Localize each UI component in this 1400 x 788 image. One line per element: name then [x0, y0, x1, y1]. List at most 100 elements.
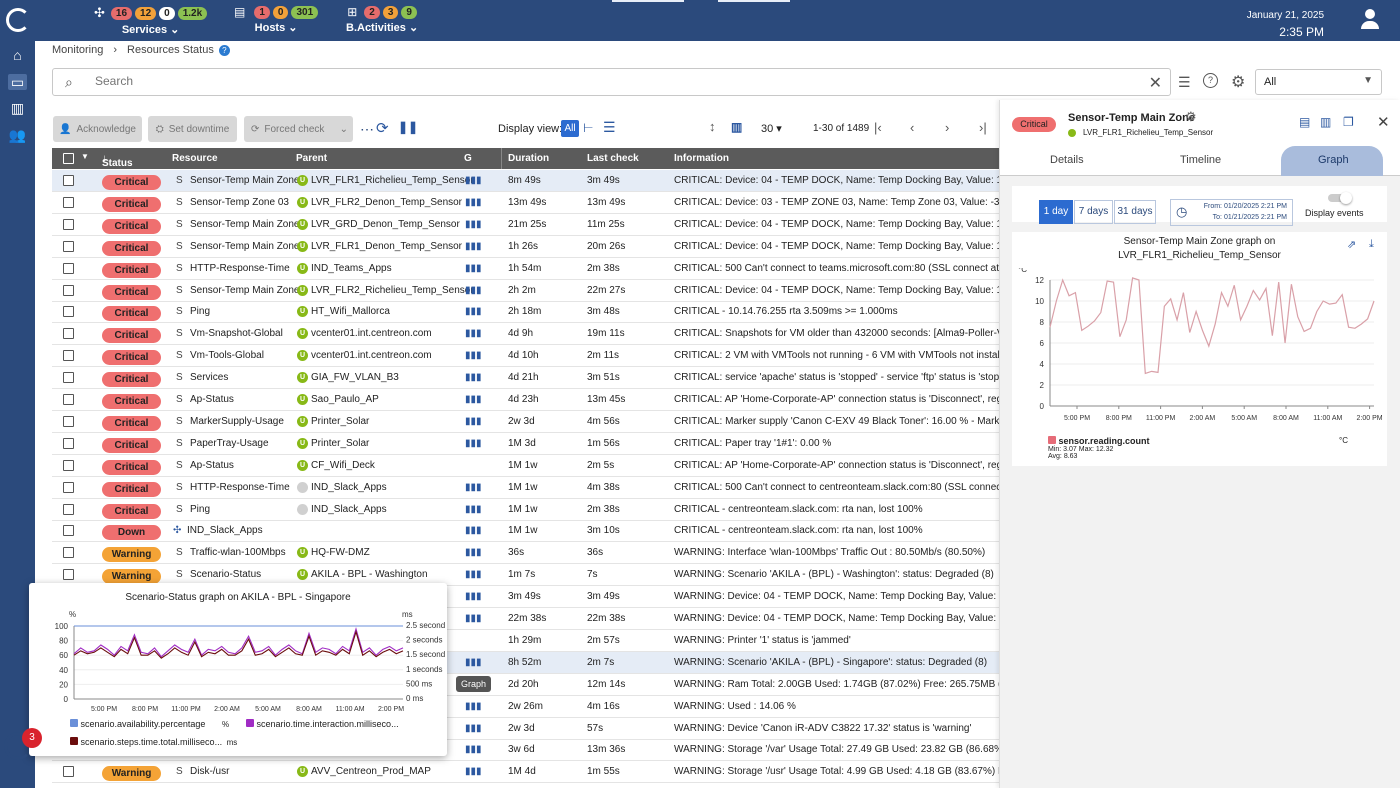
- tab-details[interactable]: Details: [1050, 154, 1084, 166]
- graph-icon[interactable]: ▮▮▮: [465, 547, 482, 558]
- graph-icon[interactable]: ▮▮▮: [465, 525, 482, 536]
- resource-name[interactable]: IND_Slack_Apps: [187, 525, 263, 536]
- row-checkbox[interactable]: [63, 218, 74, 230]
- graph-icon[interactable]: ▮▮▮: [465, 701, 482, 712]
- reporting-icon[interactable]: ▥: [8, 100, 27, 116]
- tab-timeline[interactable]: Timeline: [1180, 154, 1221, 166]
- breadcrumb-monitoring[interactable]: Monitoring: [52, 44, 103, 56]
- graph-icon[interactable]: ▮▮▮: [465, 372, 482, 383]
- table-row[interactable]: Critical S MarkerSupply-Usage U Printer_Sola…: [52, 411, 999, 433]
- parent-name[interactable]: AVV_Centreon_Prod_MAP: [311, 766, 431, 777]
- row-checkbox[interactable]: [63, 306, 74, 318]
- date-range-picker[interactable]: ◷ From: 01/20/2025 2:21 PM To: 01/21/202…: [1170, 199, 1293, 226]
- table-row[interactable]: Critical S Sensor-Temp Main Zone U LVR_GRD_D…: [52, 214, 999, 236]
- range-7-days[interactable]: 7 days: [1074, 200, 1113, 224]
- parent-name[interactable]: CF_Wifi_Deck: [311, 460, 375, 471]
- table-row[interactable]: Critical S HTTP-Response-Time U IND_Teams_Ap…: [52, 258, 999, 280]
- parent-name[interactable]: IND_Teams_Apps: [311, 263, 392, 274]
- column-information[interactable]: Information: [674, 153, 729, 164]
- breadcrumb-resources-status[interactable]: Resources Status: [127, 44, 214, 56]
- table-row[interactable]: Warning S Traffic-wlan-100Mbps U HQ-FW-DMZ ▮▮…: [52, 542, 999, 565]
- parent-name[interactable]: AKILA - BPL - Washington: [311, 569, 428, 580]
- table-row[interactable]: Critical S Ap-Status U CF_Wifi_Deck 1M 1w 2m 5…: [52, 455, 999, 477]
- table-row[interactable]: Critical S Ping IND_Slack_Apps ▮▮▮ 1M 1w 2m 38…: [52, 499, 999, 521]
- refresh-icon[interactable]: ⟳: [376, 119, 389, 137]
- row-checkbox[interactable]: [63, 240, 74, 252]
- row-checkbox[interactable]: [63, 328, 74, 340]
- parent-name[interactable]: GIA_FW_VLAN_B3: [311, 372, 399, 383]
- bactivities-ok-count[interactable]: 9: [401, 5, 417, 19]
- home-icon[interactable]: ⌂: [8, 47, 27, 63]
- graph-icon[interactable]: ▮▮▮: [465, 744, 482, 755]
- user-icon[interactable]: [1360, 9, 1380, 31]
- services-critical-count[interactable]: 16: [110, 6, 133, 20]
- parent-name[interactable]: LVR_FLR2_Richelieu_Temp_Sensor: [311, 285, 474, 296]
- last-page-icon[interactable]: ›|: [979, 120, 987, 135]
- resource-name[interactable]: HTTP-Response-Time: [190, 263, 290, 274]
- notification-badge[interactable]: 3: [22, 728, 42, 748]
- clear-icon[interactable]: ✕: [1149, 73, 1162, 93]
- legend-item[interactable]: scenario.time.interaction.milliseco...: [246, 719, 399, 729]
- forced-check-button[interactable]: ⟳ Forced check ⌄: [244, 116, 353, 142]
- next-page-icon[interactable]: ›: [945, 120, 949, 135]
- users-icon[interactable]: 👥: [8, 127, 27, 143]
- resource-name[interactable]: Scenario-Status: [190, 569, 261, 580]
- graph-icon[interactable]: ▮▮▮: [465, 350, 482, 361]
- parent-name[interactable]: vcenter01.int.centreon.com: [311, 328, 432, 339]
- download-icon[interactable]: ⤓: [1369, 238, 1374, 251]
- set-downtime-button[interactable]: ⛭ Set downtime: [148, 116, 237, 142]
- resource-name[interactable]: HTTP-Response-Time: [190, 482, 290, 493]
- table-row[interactable]: Critical S Services U GIA_FW_VLAN_B3 ▮▮▮ 4d 21…: [52, 367, 999, 390]
- tree-view-icon[interactable]: ⊢: [583, 121, 593, 135]
- graph-icon[interactable]: ▮▮▮: [465, 175, 482, 186]
- resource-name[interactable]: Sensor-Temp Zone 03: [190, 197, 289, 208]
- hosts-down-count[interactable]: 1: [254, 5, 270, 19]
- range-31-days[interactable]: 31 days: [1114, 200, 1156, 224]
- resource-name[interactable]: Disk-/usr: [190, 766, 229, 777]
- resource-parent[interactable]: LVR_FLR1_Richelieu_Temp_Sensor: [1083, 128, 1213, 137]
- row-checkbox[interactable]: [63, 372, 74, 384]
- gear-icon[interactable]: ⚙: [1231, 72, 1245, 92]
- row-checkbox[interactable]: [63, 175, 74, 186]
- range-1-day[interactable]: 1 day: [1039, 200, 1073, 224]
- graph-icon[interactable]: ▮▮▮: [465, 394, 482, 405]
- list-view-icon[interactable]: ☰: [603, 119, 616, 136]
- table-row[interactable]: Critical S Ping U HT_Wifi_Mallorca ▮▮▮ 2h 18m 3…: [52, 301, 999, 324]
- services-summary[interactable]: ✣ 16 12 0 1.2k Services ⌄: [94, 5, 208, 36]
- graph-icon[interactable]: ▮▮▮: [465, 504, 482, 515]
- legend-item[interactable]: scenario.steps.time.total.milliseco... m…: [70, 737, 237, 747]
- graph-icon[interactable]: ▮▮▮: [465, 657, 482, 668]
- graph-icon[interactable]: ▮▮▮: [465, 306, 482, 317]
- search-input[interactable]: [95, 74, 1095, 88]
- copy-icon[interactable]: ❐: [1343, 115, 1354, 129]
- resource-name[interactable]: Sensor-Temp Main Zone: [190, 219, 300, 230]
- chevron-down-icon[interactable]: ▼: [81, 152, 89, 161]
- pause-icon[interactable]: ❚❚: [398, 120, 418, 134]
- parent-name[interactable]: HQ-FW-DMZ: [311, 547, 370, 558]
- table-row[interactable]: Critical S HTTP-Response-Time IND_Slack_App…: [52, 477, 999, 499]
- table-row[interactable]: Critical S Sensor-Temp Main Zone U LVR_FLR2_…: [52, 280, 999, 302]
- parent-name[interactable]: vcenter01.int.centreon.com: [311, 350, 432, 361]
- rows-per-page[interactable]: 30 ▾: [761, 122, 782, 135]
- row-checkbox[interactable]: [63, 525, 74, 537]
- column-status[interactable]: Status ↓: [102, 153, 133, 169]
- table-row[interactable]: Critical S Ap-Status U Sao_Paulo_AP ▮▮▮ 4d 23h…: [52, 389, 999, 411]
- resource-name[interactable]: Services: [190, 372, 228, 383]
- graph-icon[interactable]: ▮▮▮: [465, 241, 482, 252]
- select-all-checkbox[interactable]: [63, 153, 74, 164]
- monitoring-icon[interactable]: ▭: [8, 74, 27, 90]
- prev-page-icon[interactable]: ‹: [910, 120, 914, 135]
- parent-name[interactable]: Printer_Solar: [311, 438, 369, 449]
- legend-series-name[interactable]: sensor.reading.count: [1059, 436, 1150, 446]
- services-ok-count[interactable]: 1.2k: [177, 6, 208, 20]
- acknowledge-button[interactable]: 👤 Acknowledge: [53, 116, 142, 142]
- graph-icon[interactable]: ▮▮▮: [465, 569, 482, 580]
- table-row[interactable]: Down ✣ IND_Slack_Apps ▮▮▮ 1M 1w 3m 10s CRITICA…: [52, 520, 999, 543]
- row-checkbox[interactable]: [63, 437, 74, 449]
- columns-icon[interactable]: ▥: [731, 120, 742, 134]
- filter-settings-icon[interactable]: ☰: [1178, 74, 1191, 91]
- resource-name[interactable]: Sensor-Temp Main Zone: [190, 175, 300, 186]
- parent-name[interactable]: IND_Slack_Apps: [311, 482, 387, 493]
- graph-icon[interactable]: ▮▮▮: [465, 416, 482, 427]
- table-row[interactable]: Critical S Sensor-Temp Main Zone U LVR_FLR1_…: [52, 236, 999, 258]
